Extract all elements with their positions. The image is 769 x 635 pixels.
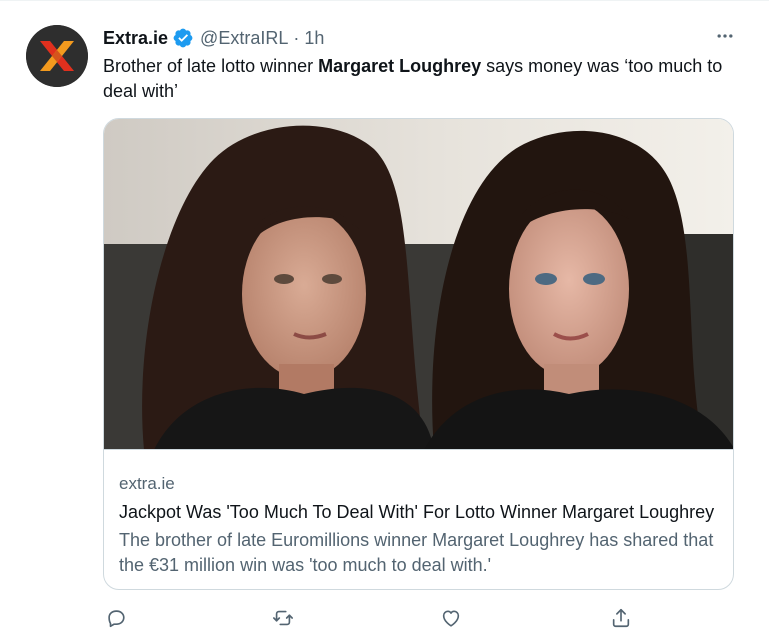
tweet[interactable]: Extra.ie @ExtraIRL · 1h Brother of late …	[0, 0, 769, 635]
card-domain: extra.ie	[119, 474, 175, 493]
author-handle[interactable]: @ExtraIRL	[200, 28, 288, 49]
extra-logo-icon	[26, 25, 88, 87]
photo-two-women-icon	[104, 119, 733, 449]
share-icon[interactable]	[608, 605, 634, 631]
card-body: extra.ie Jackpot Was 'Too Much To Deal W…	[119, 472, 718, 578]
verified-badge-icon	[172, 27, 194, 49]
card-description: The brother of late Euromillions winner …	[119, 530, 714, 575]
retweet-icon[interactable]	[270, 605, 296, 631]
tweet-actions	[103, 605, 663, 633]
tweet-text-start: Brother of late lotto winner	[103, 56, 319, 76]
card-image[interactable]	[104, 119, 733, 450]
card-title[interactable]: Jackpot Was 'Too Much To Deal With' For …	[119, 499, 718, 525]
tweet-timestamp[interactable]: 1h	[304, 28, 324, 49]
like-icon[interactable]	[438, 605, 464, 631]
tweet-text: Brother of late lotto winner Margaret Lo…	[103, 54, 733, 104]
tweet-header: Extra.ie @ExtraIRL · 1h	[103, 26, 739, 50]
more-options-icon[interactable]	[711, 24, 739, 48]
reply-icon[interactable]	[103, 605, 129, 631]
separator-dot: ·	[293, 27, 300, 48]
author-avatar[interactable]	[26, 25, 88, 87]
tweet-text-bold: Margaret Loughrey	[318, 56, 482, 76]
link-preview-card[interactable]: extra.ie Jackpot Was 'Too Much To Deal W…	[103, 118, 734, 590]
author-name[interactable]: Extra.ie	[103, 28, 168, 49]
